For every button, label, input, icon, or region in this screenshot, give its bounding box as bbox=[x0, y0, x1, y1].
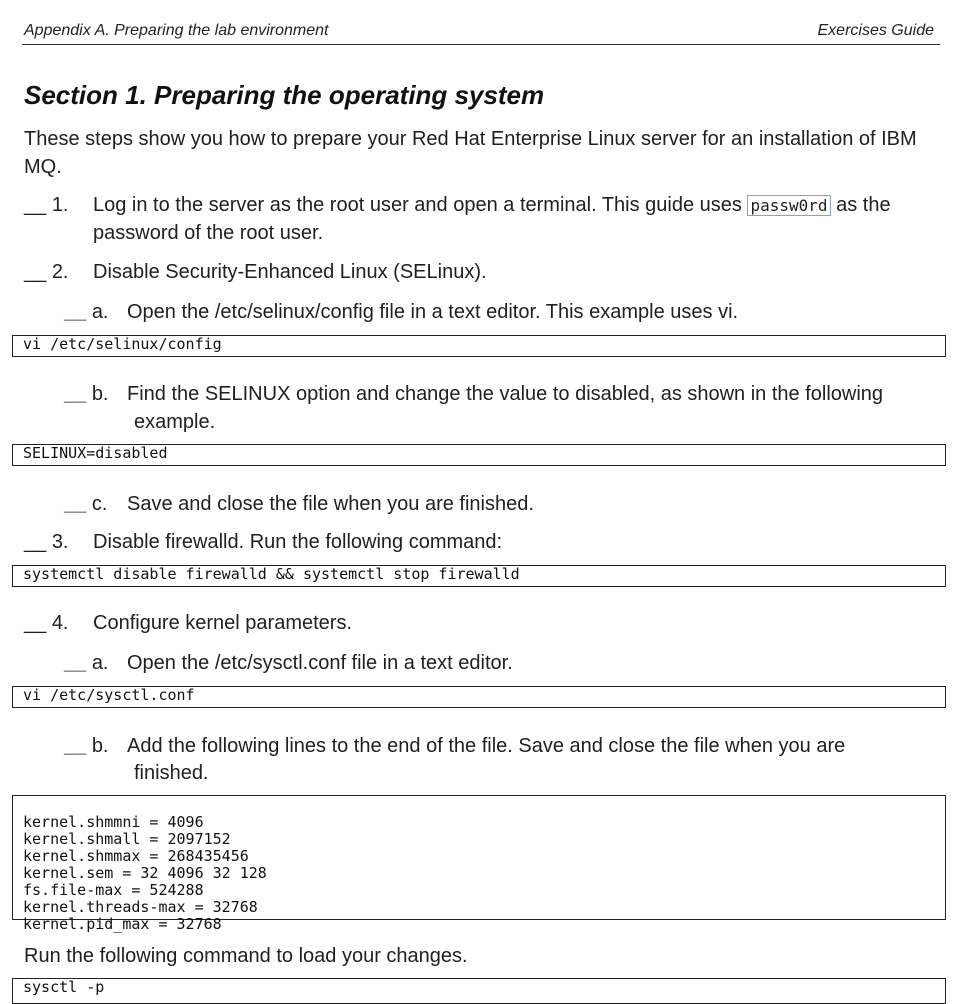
checkbox-blank: __ bbox=[24, 612, 47, 634]
step-number: 3. bbox=[51, 531, 69, 553]
code-block-kernel-params: kernel.shmmni = 4096 kernel.shmall = 2097… bbox=[12, 795, 946, 933]
checkbox-blank: __ bbox=[64, 383, 87, 405]
checkbox-blank: __ bbox=[64, 652, 87, 674]
step-2c-text: Save and close the file when you are fin… bbox=[127, 493, 534, 515]
step-number: 2. bbox=[51, 261, 69, 283]
step-4-marker: __ 4. bbox=[24, 609, 69, 637]
code-block-selinux-value: SELINUX=disabled bbox=[12, 444, 946, 466]
intro-paragraph: These steps show you how to prepare your… bbox=[24, 128, 917, 178]
step-1-text-after: as the bbox=[830, 194, 891, 216]
code-block-sysctl-load: sysctl -p bbox=[12, 978, 946, 1004]
step-2-marker: __ 2. bbox=[24, 258, 69, 286]
checkbox-blank: __ bbox=[64, 735, 87, 757]
step-4b-line2: finished. bbox=[134, 762, 209, 784]
code-block-sysctl-edit: vi /etc/sysctl.conf bbox=[12, 686, 946, 708]
step-1-text: Log in to the server as the root user an… bbox=[93, 191, 933, 220]
kernel-param-line: kernel.shmall = 2097152 bbox=[23, 830, 231, 848]
checkbox-blank: __ bbox=[24, 261, 47, 283]
step-4b-text: Add the following lines to the end of th… bbox=[127, 735, 846, 757]
step-3-marker: __ 3. bbox=[24, 528, 69, 556]
step-number: 4. bbox=[51, 612, 69, 634]
sub-step-letter: a. bbox=[91, 301, 109, 323]
checkbox-blank: __ bbox=[24, 194, 47, 216]
kernel-param-line: kernel.pid_max = 32768 bbox=[23, 915, 222, 933]
kernel-param-line: kernel.shmmni = 4096 bbox=[23, 813, 204, 831]
run-instruction: Run the following command to load your c… bbox=[24, 945, 468, 967]
password-code: passw0rd bbox=[747, 195, 831, 216]
step-1-line2: password of the root user. bbox=[93, 222, 324, 244]
header-chapter-title: Appendix A. Preparing the lab environmen… bbox=[24, 22, 329, 39]
step-1-marker: __ 1. bbox=[24, 191, 69, 219]
checkbox-blank: __ bbox=[24, 531, 47, 553]
page-header: Appendix A. Preparing the lab environmen… bbox=[22, 20, 940, 45]
code-block-selinux-edit: vi /etc/selinux/config bbox=[12, 335, 946, 357]
kernel-param-line: fs.file-max = 524288 bbox=[23, 881, 204, 899]
step-2a-text: Open the /etc/selinux/config file in a t… bbox=[127, 301, 739, 323]
step-2a-marker: __ a. bbox=[64, 298, 109, 326]
step-4-text: Configure kernel parameters. bbox=[93, 612, 353, 634]
kernel-param-line: kernel.shmmax = 268435456 bbox=[23, 847, 249, 865]
step-2-text: Disable Security-Enhanced Linux (SELinux… bbox=[93, 261, 487, 283]
step-4a-text: Open the /etc/sysctl.conf file in a text… bbox=[127, 652, 513, 674]
step-4b-marker: __ b. bbox=[64, 732, 109, 760]
checkbox-blank: __ bbox=[64, 493, 87, 515]
step-2c-marker: __ c. bbox=[64, 490, 107, 518]
step-2b-line2: example. bbox=[134, 411, 216, 433]
sub-step-letter: c. bbox=[91, 493, 108, 515]
code-block-firewalld: systemctl disable firewalld && systemctl… bbox=[12, 565, 946, 587]
kernel-param-line: kernel.sem = 32 4096 32 128 bbox=[23, 864, 267, 882]
step-1-text-before: Log in to the server as the root user an… bbox=[93, 194, 748, 216]
step-2b-marker: __ b. bbox=[64, 380, 109, 408]
sub-step-letter: b. bbox=[91, 735, 109, 757]
step-number: 1. bbox=[51, 194, 69, 216]
step-4a-marker: __ a. bbox=[64, 649, 109, 677]
sub-step-letter: b. bbox=[91, 383, 109, 405]
header-guide-title: Exercises Guide bbox=[817, 22, 935, 39]
kernel-param-line: kernel.threads-max = 32768 bbox=[23, 898, 258, 916]
step-2b-text: Find the SELINUX option and change the v… bbox=[127, 383, 884, 405]
step-3-text: Disable firewalld. Run the following com… bbox=[93, 531, 503, 553]
sub-step-letter: a. bbox=[91, 652, 109, 674]
section-title: Section 1. Preparing the operating syste… bbox=[24, 80, 545, 110]
checkbox-blank: __ bbox=[64, 301, 87, 323]
